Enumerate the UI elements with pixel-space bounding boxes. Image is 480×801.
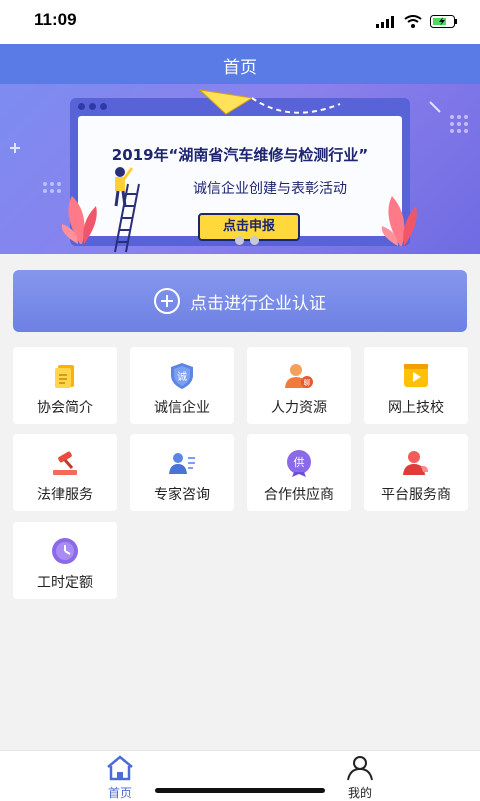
shield-icon: 诚 [171,363,193,389]
grid-label: 专家咨询 [154,487,210,503]
svg-text:供: 供 [294,455,305,469]
grid-label: 人力资源 [271,400,327,416]
tab-home-label: 首页 [107,786,132,800]
grid-label: 法律服务 [37,487,93,503]
tab-bar: 首页 我的 [0,750,480,801]
nav-bar: 首页 [0,44,480,84]
user-icon [347,756,373,781]
banner-illustration [61,89,417,253]
grid-item-association-intro[interactable]: 协会简介 [13,347,117,424]
video-icon [404,364,428,387]
document-icon [55,365,74,388]
grid-label: 协会简介 [37,400,93,416]
home-icon [107,755,133,781]
tab-home[interactable]: 首页 [80,755,160,801]
promo-banner[interactable]: 2019年“湖南省汽车维修与检测行业” 诚信企业创建与表彰活动 点击申报 [0,84,480,254]
status-bar: 11:09 [0,0,480,44]
grid-item-online-school[interactable]: 网上技校 [364,347,468,424]
carousel-dot[interactable] [250,236,259,245]
enterprise-auth-label: 点击进行企业认证 [190,293,326,314]
grid-item-expert-consult[interactable]: 专家咨询 [130,434,234,511]
grid-label: 合作供应商 [264,487,334,503]
supplier-badge-icon: 供 [287,450,311,477]
grid-label: 平台服务商 [381,487,451,503]
svg-text:聊: 聊 [304,378,311,387]
grid-label: 工时定额 [37,575,93,591]
home-indicator[interactable] [155,788,325,793]
grid-label: 诚信企业 [154,400,210,416]
battery-icon [430,13,458,32]
grid-item-integrity-enterprise[interactable]: 诚 诚信企业 [130,347,234,424]
enterprise-auth-button[interactable]: 点击进行企业认证 [13,270,467,332]
status-time: 11:09 [34,10,77,29]
service-person-icon [403,451,428,475]
carousel-dot[interactable] [235,236,244,245]
page-title: 首页 [223,58,257,78]
grid-label: 网上技校 [388,400,444,416]
svg-text:诚: 诚 [177,371,187,383]
wifi-icon [404,13,422,32]
grid-item-human-resources[interactable]: 聊 人力资源 [247,347,351,424]
plus-circle-icon [154,288,180,314]
grid-item-work-hour-quota[interactable]: 工时定额 [13,522,117,599]
grid-item-cooperative-supplier[interactable]: 供 合作供应商 [247,434,351,511]
signal-icon [376,13,396,32]
grid-item-platform-service[interactable]: 平台服务商 [364,434,468,511]
carousel-indicator[interactable] [235,236,259,245]
tab-mine[interactable]: 我的 [320,755,400,801]
clock-icon [52,538,78,564]
expert-card-icon [169,453,195,474]
tab-mine-label: 我的 [347,786,372,800]
gavel-icon [53,451,77,475]
grid-item-legal-service[interactable]: 法律服务 [13,434,117,511]
person-chat-icon: 聊 [285,364,313,388]
